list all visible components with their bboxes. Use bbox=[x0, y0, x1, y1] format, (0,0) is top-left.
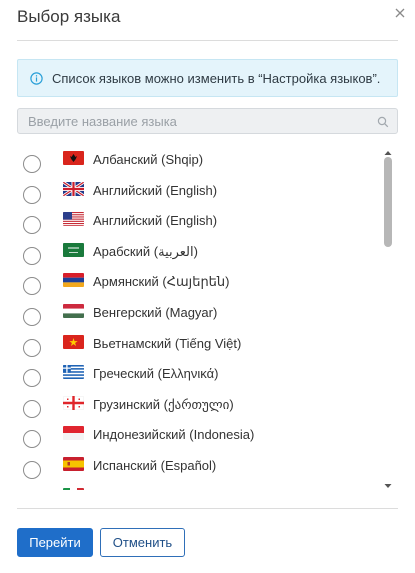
language-label: Английский (English) bbox=[93, 182, 218, 198]
close-icon[interactable] bbox=[394, 7, 408, 21]
language-row[interactable]: Грузинский (ქართული) bbox=[17, 387, 379, 418]
language-row[interactable]: Греческий (Ελληνικά) bbox=[17, 356, 379, 388]
header-divider bbox=[17, 40, 398, 41]
info-icon bbox=[30, 71, 43, 85]
language-label: Албанский (Shqip) bbox=[93, 152, 204, 167]
radio-button[interactable] bbox=[23, 399, 41, 418]
scroll-up-arrow-icon[interactable] bbox=[384, 144, 392, 155]
radio-button[interactable] bbox=[23, 185, 41, 204]
language-label: Греческий (Ελληνικά) bbox=[93, 366, 219, 382]
radio-button[interactable] bbox=[23, 277, 41, 296]
greece-flag-icon bbox=[63, 365, 84, 380]
vietnam-flag-icon bbox=[63, 334, 84, 349]
language-label: Венгерский (Magyar) bbox=[93, 304, 218, 320]
language-row[interactable]: Английский (English) bbox=[17, 203, 379, 235]
language-list: Албанский (Shqip) Английский (English) А… bbox=[17, 142, 398, 490]
uk-flag-icon bbox=[63, 181, 84, 196]
language-row[interactable]: Арабский (العربية) bbox=[17, 234, 379, 265]
language-label: Вьетнамский (Tiếng Việt) bbox=[93, 335, 242, 351]
radio-button[interactable] bbox=[23, 216, 41, 235]
albania-flag-icon bbox=[63, 151, 84, 165]
language-dialog: Выбор языка Список языков можно изменить… bbox=[0, 0, 415, 573]
saudi-arabia-flag-icon bbox=[63, 242, 84, 257]
scrollbar-thumb[interactable] bbox=[384, 157, 392, 247]
radio-button[interactable] bbox=[23, 246, 41, 265]
search-input[interactable] bbox=[18, 109, 397, 133]
language-label: Грузинский (ქართული) bbox=[93, 396, 234, 412]
language-label: Индонезийский (Indonesia) bbox=[93, 427, 255, 443]
language-row[interactable]: Английский (English) bbox=[17, 173, 379, 204]
radio-button[interactable] bbox=[23, 460, 41, 479]
radio-button[interactable] bbox=[23, 155, 41, 173]
search-box bbox=[17, 108, 398, 134]
language-label: Армянский (Հայերեն) bbox=[93, 274, 230, 290]
radio-button[interactable] bbox=[23, 307, 41, 326]
italy-flag-icon bbox=[63, 487, 84, 490]
language-label: Арабский (العربية) bbox=[93, 243, 198, 259]
cancel-button[interactable]: Отменить bbox=[100, 528, 185, 557]
language-row[interactable]: Албанский (Shqip) bbox=[17, 142, 379, 173]
language-label: Английский (English) bbox=[93, 213, 218, 229]
radio-button[interactable] bbox=[23, 369, 41, 388]
dialog-title: Выбор языка bbox=[17, 7, 121, 26]
language-row[interactable]: Индонезийский (Indonesia) bbox=[17, 417, 379, 449]
us-flag-icon bbox=[63, 212, 84, 227]
search-icon[interactable] bbox=[377, 116, 389, 128]
scroll-down-arrow-icon[interactable] bbox=[384, 477, 392, 488]
language-row[interactable]: Венгерский (Magyar) bbox=[17, 295, 379, 326]
info-banner: Список языков можно изменить в “Настройк… bbox=[17, 59, 398, 97]
go-button[interactable]: Перейти bbox=[17, 528, 93, 557]
list-scrollbar[interactable] bbox=[382, 142, 394, 490]
footer-divider bbox=[17, 508, 398, 509]
info-text: Список языков можно изменить в “Настройк… bbox=[52, 70, 381, 86]
language-row[interactable] bbox=[17, 479, 379, 490]
radio-button[interactable] bbox=[23, 430, 41, 449]
language-label: Испанский (Español) bbox=[93, 457, 217, 473]
spain-flag-icon bbox=[63, 456, 84, 471]
language-row[interactable]: Армянский (Հայերեն) bbox=[17, 264, 379, 296]
language-row[interactable]: Испанский (Español) bbox=[17, 448, 379, 479]
hungary-flag-icon bbox=[63, 303, 84, 318]
armenia-flag-icon bbox=[63, 273, 84, 288]
language-row[interactable]: Вьетнамский (Tiếng Việt) bbox=[17, 326, 379, 357]
indonesia-flag-icon bbox=[63, 426, 84, 441]
radio-button[interactable] bbox=[23, 338, 41, 357]
georgia-flag-icon bbox=[63, 395, 84, 410]
